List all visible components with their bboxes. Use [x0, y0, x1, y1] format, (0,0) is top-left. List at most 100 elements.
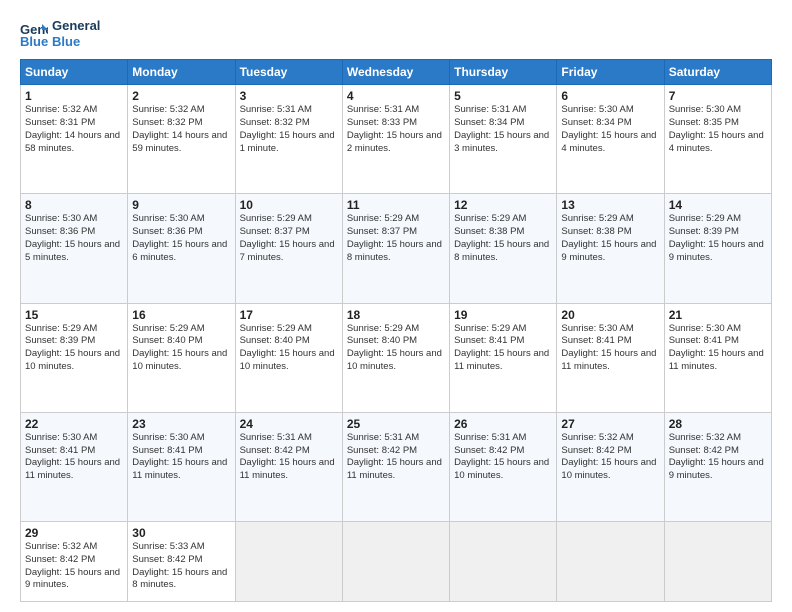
calendar-cell: 18Sunrise: 5:29 AMSunset: 8:40 PMDayligh… — [342, 303, 449, 412]
day-detail: Sunrise: 5:33 AMSunset: 8:42 PMDaylight:… — [132, 541, 230, 592]
weekday-header-friday: Friday — [557, 60, 664, 85]
day-detail: Sunrise: 5:31 AMSunset: 8:33 PMDaylight:… — [347, 104, 445, 155]
day-number: 17 — [240, 308, 338, 322]
day-number: 14 — [669, 198, 767, 212]
day-number: 4 — [347, 89, 445, 103]
calendar-table: SundayMondayTuesdayWednesdayThursdayFrid… — [20, 59, 772, 602]
day-number: 13 — [561, 198, 659, 212]
day-detail: Sunrise: 5:32 AMSunset: 8:42 PMDaylight:… — [669, 432, 767, 483]
calendar-cell: 7Sunrise: 5:30 AMSunset: 8:35 PMDaylight… — [664, 85, 771, 194]
weekday-header-saturday: Saturday — [664, 60, 771, 85]
day-detail: Sunrise: 5:32 AMSunset: 8:31 PMDaylight:… — [25, 104, 123, 155]
day-number: 28 — [669, 417, 767, 431]
day-detail: Sunrise: 5:29 AMSunset: 8:41 PMDaylight:… — [454, 323, 552, 374]
day-detail: Sunrise: 5:30 AMSunset: 8:41 PMDaylight:… — [669, 323, 767, 374]
day-number: 2 — [132, 89, 230, 103]
day-number: 19 — [454, 308, 552, 322]
day-detail: Sunrise: 5:29 AMSunset: 8:39 PMDaylight:… — [25, 323, 123, 374]
day-number: 12 — [454, 198, 552, 212]
day-number: 16 — [132, 308, 230, 322]
calendar-cell: 9Sunrise: 5:30 AMSunset: 8:36 PMDaylight… — [128, 194, 235, 303]
calendar-cell — [235, 522, 342, 602]
calendar-cell — [450, 522, 557, 602]
calendar-cell: 15Sunrise: 5:29 AMSunset: 8:39 PMDayligh… — [21, 303, 128, 412]
day-number: 3 — [240, 89, 338, 103]
day-detail: Sunrise: 5:29 AMSunset: 8:40 PMDaylight:… — [347, 323, 445, 374]
day-number: 1 — [25, 89, 123, 103]
calendar-cell — [664, 522, 771, 602]
day-number: 27 — [561, 417, 659, 431]
day-number: 7 — [669, 89, 767, 103]
calendar-cell: 24Sunrise: 5:31 AMSunset: 8:42 PMDayligh… — [235, 412, 342, 521]
calendar-cell: 12Sunrise: 5:29 AMSunset: 8:38 PMDayligh… — [450, 194, 557, 303]
calendar-cell: 3Sunrise: 5:31 AMSunset: 8:32 PMDaylight… — [235, 85, 342, 194]
weekday-header-wednesday: Wednesday — [342, 60, 449, 85]
weekday-header-monday: Monday — [128, 60, 235, 85]
day-number: 10 — [240, 198, 338, 212]
calendar-cell: 22Sunrise: 5:30 AMSunset: 8:41 PMDayligh… — [21, 412, 128, 521]
day-detail: Sunrise: 5:29 AMSunset: 8:40 PMDaylight:… — [132, 323, 230, 374]
day-number: 15 — [25, 308, 123, 322]
logo-general: General — [52, 18, 100, 34]
weekday-header-tuesday: Tuesday — [235, 60, 342, 85]
day-number: 20 — [561, 308, 659, 322]
calendar-cell: 16Sunrise: 5:29 AMSunset: 8:40 PMDayligh… — [128, 303, 235, 412]
logo-blue: Blue — [52, 34, 100, 50]
calendar-cell: 21Sunrise: 5:30 AMSunset: 8:41 PMDayligh… — [664, 303, 771, 412]
calendar-row-2: 8Sunrise: 5:30 AMSunset: 8:36 PMDaylight… — [21, 194, 772, 303]
calendar-page: General Blue General Blue SundayMondayTu… — [0, 0, 792, 612]
day-detail: Sunrise: 5:30 AMSunset: 8:35 PMDaylight:… — [669, 104, 767, 155]
day-number: 24 — [240, 417, 338, 431]
calendar-cell — [557, 522, 664, 602]
day-detail: Sunrise: 5:29 AMSunset: 8:37 PMDaylight:… — [240, 213, 338, 264]
calendar-cell: 2Sunrise: 5:32 AMSunset: 8:32 PMDaylight… — [128, 85, 235, 194]
logo-icon: General Blue — [20, 20, 48, 48]
calendar-cell: 17Sunrise: 5:29 AMSunset: 8:40 PMDayligh… — [235, 303, 342, 412]
day-number: 8 — [25, 198, 123, 212]
day-detail: Sunrise: 5:31 AMSunset: 8:42 PMDaylight:… — [347, 432, 445, 483]
day-detail: Sunrise: 5:32 AMSunset: 8:32 PMDaylight:… — [132, 104, 230, 155]
svg-text:Blue: Blue — [20, 34, 48, 48]
calendar-cell: 29Sunrise: 5:32 AMSunset: 8:42 PMDayligh… — [21, 522, 128, 602]
day-number: 25 — [347, 417, 445, 431]
calendar-cell: 4Sunrise: 5:31 AMSunset: 8:33 PMDaylight… — [342, 85, 449, 194]
day-number: 11 — [347, 198, 445, 212]
day-detail: Sunrise: 5:31 AMSunset: 8:42 PMDaylight:… — [454, 432, 552, 483]
calendar-row-5: 29Sunrise: 5:32 AMSunset: 8:42 PMDayligh… — [21, 522, 772, 602]
calendar-cell — [342, 522, 449, 602]
header: General Blue General Blue — [20, 18, 772, 49]
calendar-cell: 25Sunrise: 5:31 AMSunset: 8:42 PMDayligh… — [342, 412, 449, 521]
day-detail: Sunrise: 5:31 AMSunset: 8:34 PMDaylight:… — [454, 104, 552, 155]
calendar-cell: 23Sunrise: 5:30 AMSunset: 8:41 PMDayligh… — [128, 412, 235, 521]
calendar-row-4: 22Sunrise: 5:30 AMSunset: 8:41 PMDayligh… — [21, 412, 772, 521]
calendar-cell: 28Sunrise: 5:32 AMSunset: 8:42 PMDayligh… — [664, 412, 771, 521]
calendar-cell: 30Sunrise: 5:33 AMSunset: 8:42 PMDayligh… — [128, 522, 235, 602]
calendar-cell: 19Sunrise: 5:29 AMSunset: 8:41 PMDayligh… — [450, 303, 557, 412]
day-number: 5 — [454, 89, 552, 103]
day-number: 6 — [561, 89, 659, 103]
calendar-cell: 13Sunrise: 5:29 AMSunset: 8:38 PMDayligh… — [557, 194, 664, 303]
calendar-cell: 1Sunrise: 5:32 AMSunset: 8:31 PMDaylight… — [21, 85, 128, 194]
calendar-cell: 11Sunrise: 5:29 AMSunset: 8:37 PMDayligh… — [342, 194, 449, 303]
calendar-cell: 10Sunrise: 5:29 AMSunset: 8:37 PMDayligh… — [235, 194, 342, 303]
day-detail: Sunrise: 5:29 AMSunset: 8:37 PMDaylight:… — [347, 213, 445, 264]
day-number: 26 — [454, 417, 552, 431]
day-detail: Sunrise: 5:32 AMSunset: 8:42 PMDaylight:… — [561, 432, 659, 483]
calendar-cell: 20Sunrise: 5:30 AMSunset: 8:41 PMDayligh… — [557, 303, 664, 412]
day-number: 30 — [132, 526, 230, 540]
day-number: 29 — [25, 526, 123, 540]
day-detail: Sunrise: 5:31 AMSunset: 8:32 PMDaylight:… — [240, 104, 338, 155]
logo: General Blue General Blue — [20, 18, 100, 49]
day-detail: Sunrise: 5:29 AMSunset: 8:38 PMDaylight:… — [561, 213, 659, 264]
day-detail: Sunrise: 5:30 AMSunset: 8:41 PMDaylight:… — [132, 432, 230, 483]
weekday-header-sunday: Sunday — [21, 60, 128, 85]
day-detail: Sunrise: 5:30 AMSunset: 8:41 PMDaylight:… — [561, 323, 659, 374]
day-detail: Sunrise: 5:30 AMSunset: 8:36 PMDaylight:… — [25, 213, 123, 264]
day-number: 23 — [132, 417, 230, 431]
calendar-cell: 26Sunrise: 5:31 AMSunset: 8:42 PMDayligh… — [450, 412, 557, 521]
day-number: 21 — [669, 308, 767, 322]
day-number: 18 — [347, 308, 445, 322]
calendar-cell: 6Sunrise: 5:30 AMSunset: 8:34 PMDaylight… — [557, 85, 664, 194]
calendar-cell: 5Sunrise: 5:31 AMSunset: 8:34 PMDaylight… — [450, 85, 557, 194]
day-detail: Sunrise: 5:29 AMSunset: 8:40 PMDaylight:… — [240, 323, 338, 374]
